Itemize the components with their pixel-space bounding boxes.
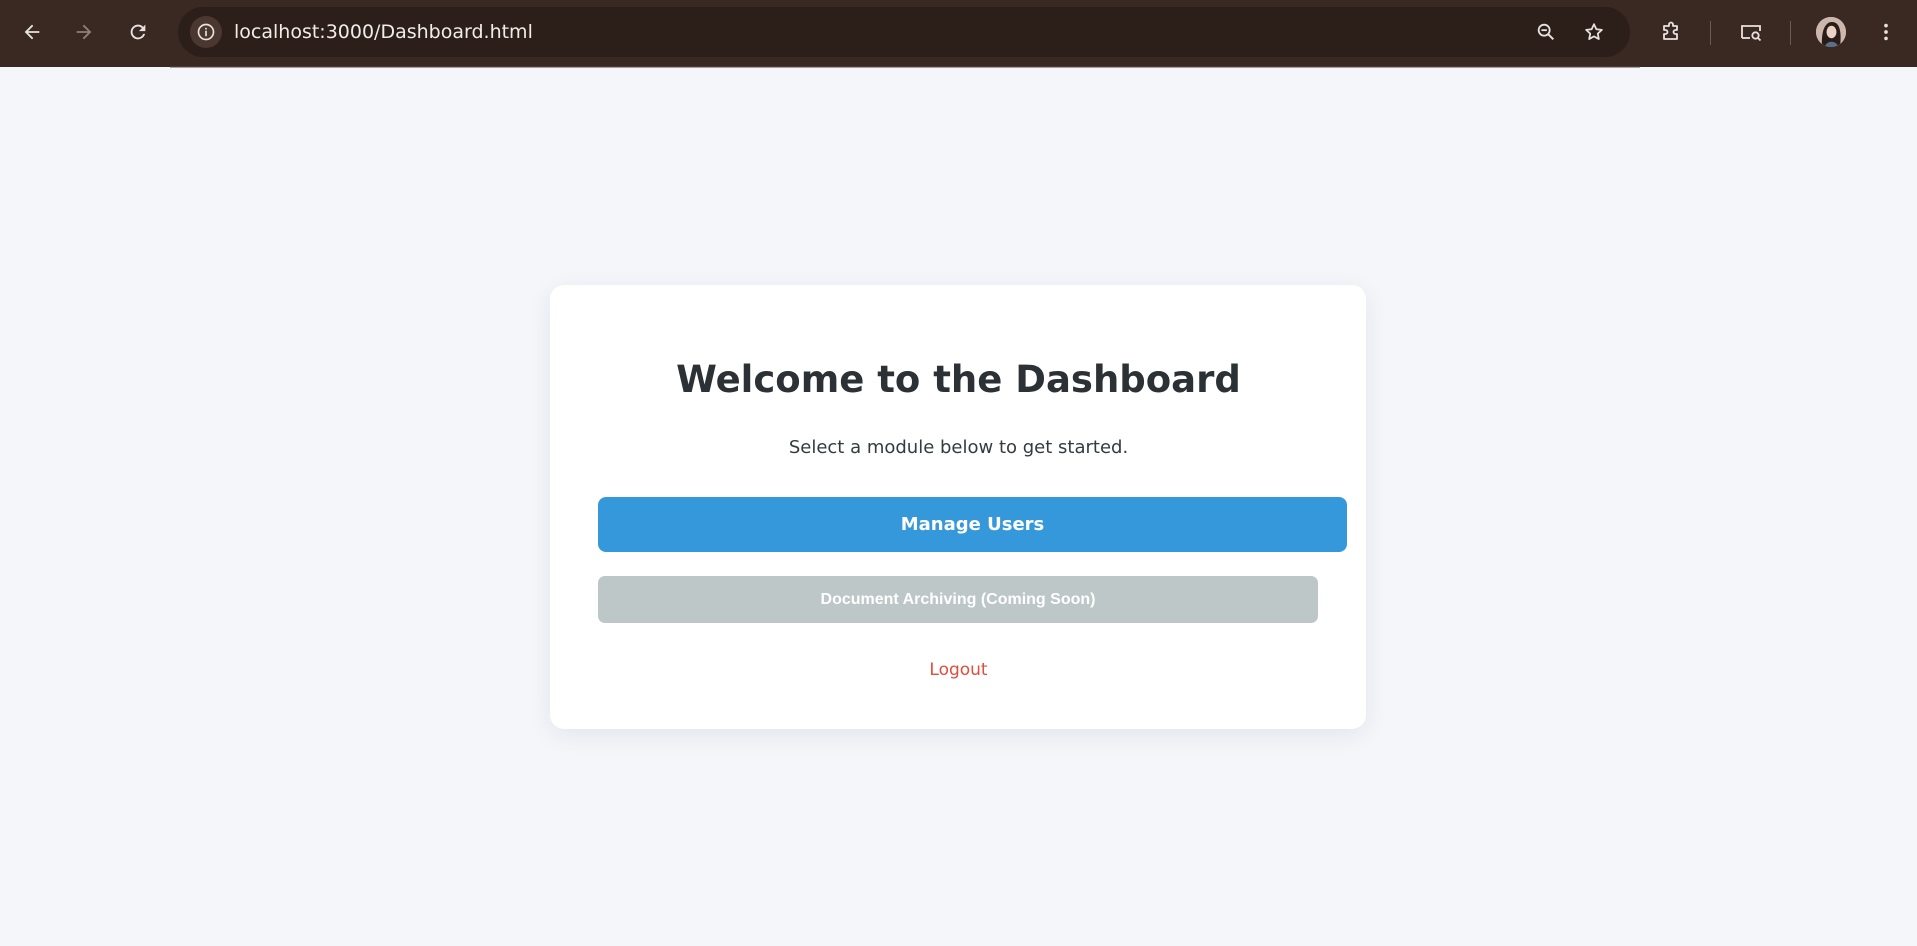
media-search-button[interactable] <box>1733 14 1769 50</box>
zoom-out-icon <box>1537 23 1555 41</box>
toolbar-divider <box>1710 21 1711 45</box>
toolbar-divider <box>1790 21 1791 45</box>
puzzle-icon <box>1663 21 1678 40</box>
logout-link-row: Logout <box>0 660 1917 680</box>
kebab-menu-icon <box>1884 23 1888 41</box>
info-icon <box>197 23 215 41</box>
browser-toolbar: localhost:3000/Dashboard.html <box>0 0 1917 67</box>
toolbar-bottom-line <box>170 66 1640 68</box>
star-icon <box>1585 23 1603 40</box>
cast-search-icon <box>1741 25 1762 42</box>
avatar-image-icon <box>1816 17 1846 47</box>
profile-avatar[interactable] <box>1816 17 1846 47</box>
extensions-button[interactable] <box>1653 14 1689 50</box>
page-title: Welcome to the Dashboard <box>676 358 1241 401</box>
arrow-right-icon <box>76 24 92 40</box>
zoom-button[interactable] <box>1530 16 1562 48</box>
manage-users-button[interactable]: Manage Users <box>598 497 1347 552</box>
address-bar[interactable]: localhost:3000/Dashboard.html <box>178 7 1630 57</box>
forward-button[interactable] <box>66 14 102 50</box>
bookmark-button[interactable] <box>1578 16 1610 48</box>
arrow-left-icon <box>24 24 40 40</box>
reload-button[interactable] <box>120 14 156 50</box>
site-info-button[interactable] <box>190 16 222 48</box>
document-archiving-button: Document Archiving (Coming Soon) <box>598 576 1318 623</box>
logout-link[interactable]: Logout <box>929 660 987 680</box>
browser-menu-button[interactable] <box>1868 14 1904 50</box>
url-text[interactable]: localhost:3000/Dashboard.html <box>234 7 533 57</box>
page-subtitle: Select a module below to get started. <box>788 437 1129 458</box>
back-button[interactable] <box>14 14 50 50</box>
reload-icon <box>130 24 146 40</box>
